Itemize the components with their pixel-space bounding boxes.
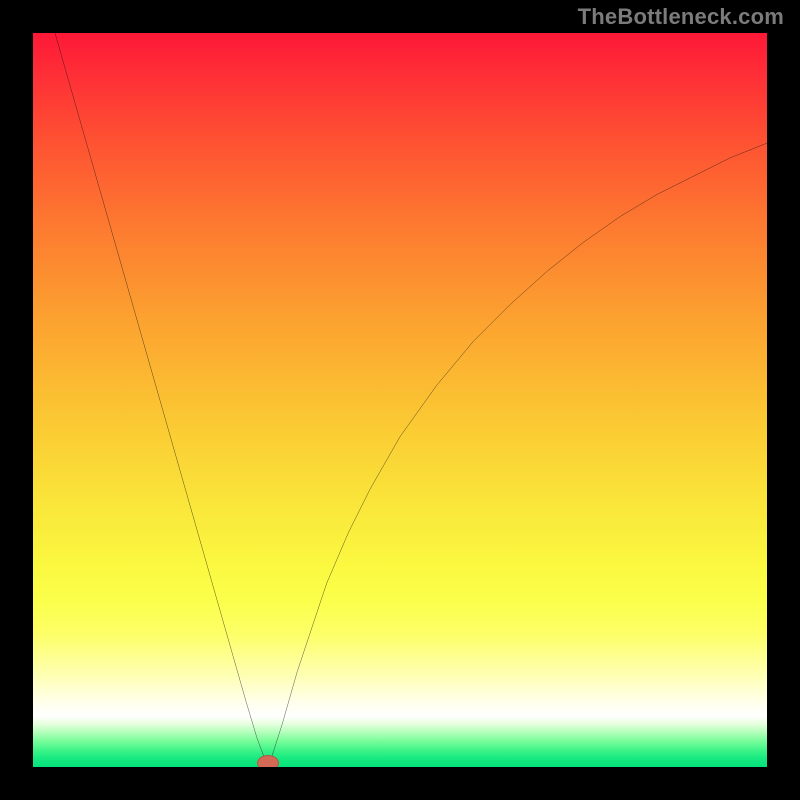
chart-frame: TheBottleneck.com: [0, 0, 800, 800]
curve-line: [55, 33, 767, 763]
watermark-text: TheBottleneck.com: [578, 4, 784, 30]
optimal-point-marker: [257, 755, 279, 767]
plot-area: [33, 33, 767, 767]
bottleneck-curve: [33, 33, 767, 767]
